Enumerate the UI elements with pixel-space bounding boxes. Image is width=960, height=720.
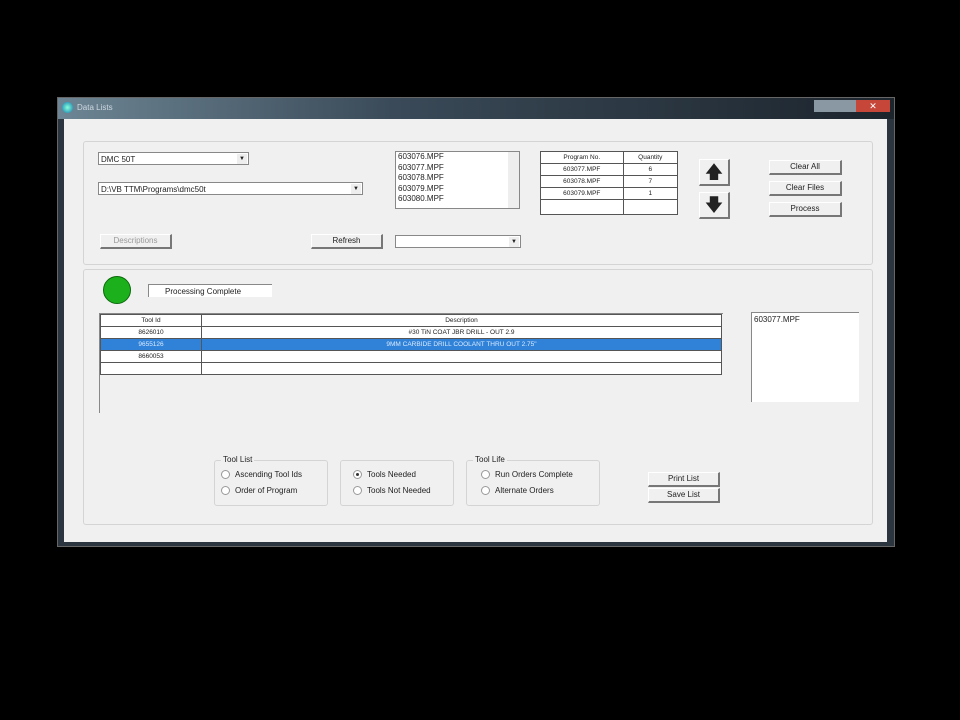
maximize-button[interactable] <box>836 100 856 112</box>
radio-run-orders-complete[interactable]: Run Orders Complete <box>481 470 573 480</box>
table-row[interactable] <box>540 199 679 215</box>
column-header[interactable]: Program No. <box>540 151 624 164</box>
file-item[interactable]: 603078.MPF <box>398 173 519 184</box>
cell[interactable]: 7 <box>622 175 679 188</box>
radio-label: Run Orders Complete <box>495 470 573 479</box>
cell[interactable]: 603077.MPF <box>540 163 624 176</box>
table-row[interactable] <box>100 362 722 375</box>
data-lists-window: Data Lists ✕ DMC 50T ▼ D:\VB TTM\Programs… <box>57 97 895 547</box>
process-button[interactable]: Process <box>769 202 842 217</box>
cell[interactable]: 8626010 <box>100 326 202 339</box>
column-header[interactable]: Description <box>201 314 722 327</box>
needed-group: Tools Needed Tools Not Needed <box>340 460 454 506</box>
radio-icon <box>221 486 230 496</box>
extra-select[interactable]: ▼ <box>395 235 521 248</box>
list-item[interactable]: 603077.MPF <box>754 315 857 324</box>
table-row[interactable]: 603079.MPF 1 <box>540 187 679 200</box>
cell[interactable] <box>622 199 679 215</box>
client-area: DMC 50T ▼ D:\VB TTM\Programs\dmc50t ▼ 6030… <box>64 119 887 542</box>
cell[interactable]: 603078.MPF <box>540 175 624 188</box>
radio-icon <box>481 486 490 496</box>
radio-order-of-program[interactable]: Order of Program <box>221 486 298 496</box>
cell[interactable] <box>201 362 722 375</box>
arrow-up-icon: 🡅 <box>704 162 724 182</box>
arrow-down-icon: 🡇 <box>704 195 724 215</box>
window-title: Data Lists <box>77 103 113 112</box>
scrollbar[interactable] <box>508 152 519 208</box>
table-row[interactable]: 8626010 #30 TiN COAT JBR DRILL - OUT 2.9 <box>100 326 722 339</box>
radio-label: Alternate Orders <box>495 486 554 495</box>
chevron-down-icon: ▼ <box>509 237 519 247</box>
column-header[interactable]: Tool Id <box>100 314 202 327</box>
cell[interactable]: 8660053 <box>100 350 202 363</box>
path-select[interactable]: D:\VB TTM\Programs\dmc50t ▼ <box>98 182 363 195</box>
group-title: Tool List <box>221 455 255 464</box>
cell[interactable] <box>201 350 722 363</box>
radio-icon <box>481 470 490 480</box>
radio-tools-not-needed[interactable]: Tools Not Needed <box>353 486 431 496</box>
group-title: Tool Life <box>473 455 507 464</box>
file-item[interactable]: 603080.MPF <box>398 194 519 205</box>
clear-all-button[interactable]: Clear All <box>769 160 842 175</box>
radio-icon <box>353 486 362 496</box>
radio-label: Ascending Tool Ids <box>235 470 303 479</box>
status-text: Processing Complete <box>148 284 272 297</box>
table-row[interactable]: 603078.MPF 7 <box>540 175 679 188</box>
file-item[interactable]: 603076.MPF <box>398 152 519 163</box>
radio-label: Order of Program <box>235 486 298 495</box>
clear-files-button[interactable]: Clear Files <box>769 181 842 196</box>
tool-life-group: Tool Life Run Orders Complete Alternate … <box>466 455 600 506</box>
cell[interactable]: 9MM CARBIDE DRILL COOLANT THRU OUT 2.75" <box>201 338 722 351</box>
cell[interactable]: 6 <box>622 163 679 176</box>
refresh-button[interactable]: Refresh <box>311 234 383 249</box>
app-icon <box>62 102 73 113</box>
file-item[interactable]: 603079.MPF <box>398 184 519 195</box>
cell[interactable]: 1 <box>622 187 679 200</box>
cell[interactable]: 9655126 <box>100 338 202 351</box>
table-row[interactable]: 603077.MPF 6 <box>540 163 679 176</box>
machine-select-value: DMC 50T <box>101 155 136 164</box>
chevron-down-icon: ▼ <box>237 154 247 164</box>
file-item[interactable]: 603077.MPF <box>398 163 519 174</box>
tool-table: Tool Id Description 8626010 #30 TiN COAT J… <box>100 314 722 375</box>
radio-icon <box>221 470 230 480</box>
file-listbox[interactable]: 603076.MPF 603077.MPF 603078.MPF 603079.… <box>395 151 520 209</box>
program-table: Program No. Quantity 603077.MPF 6 603078.M… <box>540 151 679 215</box>
status-indicator <box>103 276 131 304</box>
radio-label: Tools Needed <box>367 470 416 479</box>
radio-alternate-orders[interactable]: Alternate Orders <box>481 486 554 496</box>
save-list-button[interactable]: Save List <box>648 488 720 503</box>
column-header[interactable]: Quantity <box>622 151 679 164</box>
machine-select[interactable]: DMC 50T ▼ <box>98 152 249 165</box>
move-up-button[interactable]: 🡅 <box>699 159 730 186</box>
path-select-value: D:\VB TTM\Programs\dmc50t <box>101 185 206 194</box>
move-down-button[interactable]: 🡇 <box>699 192 730 219</box>
tool-list-group: Tool List Ascending Tool Ids Order of Pr… <box>214 455 328 506</box>
title-bar[interactable]: Data Lists ✕ <box>58 98 894 119</box>
close-button[interactable]: ✕ <box>856 100 890 112</box>
print-list-button[interactable]: Print List <box>648 472 720 487</box>
chevron-down-icon: ▼ <box>351 184 361 194</box>
side-listbox[interactable]: 603077.MPF <box>751 312 859 402</box>
descriptions-button[interactable]: Descriptions <box>100 234 172 249</box>
radio-ascending-tool-ids[interactable]: Ascending Tool Ids <box>221 470 303 480</box>
cell[interactable] <box>540 199 624 215</box>
radio-icon <box>353 470 362 480</box>
table-row-selected[interactable]: 9655126 9MM CARBIDE DRILL COOLANT THRU OU… <box>100 338 722 351</box>
cell[interactable]: #30 TiN COAT JBR DRILL - OUT 2.9 <box>201 326 722 339</box>
cell[interactable]: 603079.MPF <box>540 187 624 200</box>
radio-label: Tools Not Needed <box>367 486 431 495</box>
minimize-button[interactable] <box>814 100 836 112</box>
cell[interactable] <box>100 362 202 375</box>
table-row[interactable]: 8660053 <box>100 350 722 363</box>
radio-tools-needed[interactable]: Tools Needed <box>353 470 416 480</box>
